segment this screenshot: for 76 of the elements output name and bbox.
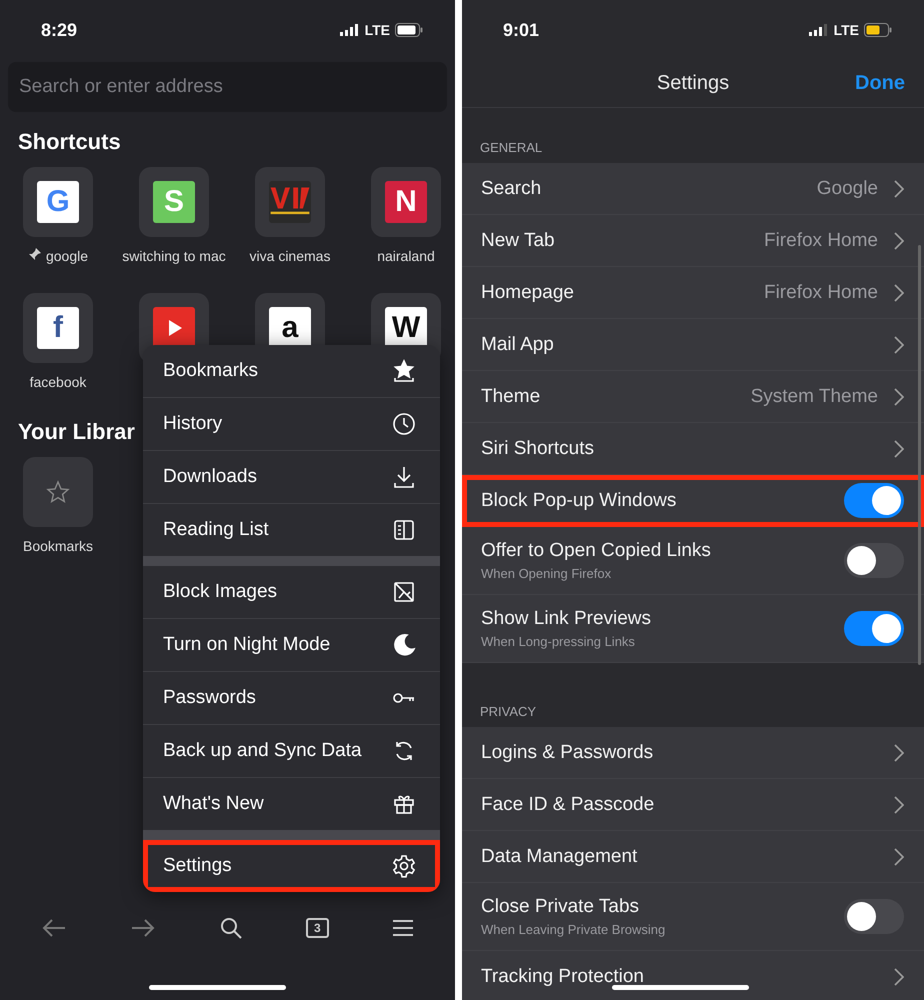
blocked-image-icon [392, 580, 416, 604]
library-label: Bookmarks [22, 537, 94, 556]
site-logo: G [37, 181, 79, 223]
menu-item[interactable]: History [143, 397, 440, 450]
settings-row[interactable]: Close Private Tabs When Leaving Private Browsing [462, 883, 924, 951]
shortcut-label: viva cinemas [250, 247, 330, 266]
settings-row[interactable]: Siri Shortcuts [462, 423, 924, 475]
menu-item[interactable]: Passwords [143, 671, 440, 724]
toggle-switch[interactable] [844, 899, 904, 934]
shortcut-label: google [46, 247, 88, 266]
chevron-icon [894, 848, 904, 866]
settings-row[interactable]: Theme System Theme [462, 371, 924, 423]
site-logo: f [37, 307, 79, 349]
status-time: 8:29 [41, 20, 78, 40]
signal-icon [808, 24, 829, 36]
settings-row[interactable]: Logins & Passwords [462, 727, 924, 779]
settings-row[interactable]: Face ID & Passcode [462, 779, 924, 831]
chevron-icon [894, 968, 904, 986]
clock-icon [392, 412, 416, 436]
settings-row[interactable]: Mail App [462, 319, 924, 371]
reading-list-icon [392, 518, 416, 542]
menu-icon[interactable] [392, 919, 414, 937]
screen-title: Settings [656, 72, 730, 95]
network-label: LTE [364, 22, 390, 38]
moon-icon [392, 633, 416, 657]
settings-row[interactable]: Homepage Firefox Home [462, 267, 924, 319]
shortcut-tile[interactable]: f [23, 293, 93, 363]
section-heading: Your Librar [18, 419, 135, 445]
settings-row[interactable]: Offer to Open Copied Links When Opening Firefox [462, 527, 924, 595]
chevron-icon [894, 284, 904, 302]
bookmark-star-icon [392, 359, 416, 383]
forward-icon[interactable] [130, 917, 156, 939]
chevron-icon [894, 744, 904, 762]
menu-item[interactable]: Turn on Night Mode [143, 618, 440, 671]
shortcut-label: switching to mac [122, 247, 226, 266]
shortcut-label: facebook [30, 373, 86, 392]
settings-row[interactable]: Block Pop-up Windows [462, 475, 924, 527]
settings-row[interactable]: New Tab Firefox Home [462, 215, 924, 267]
menu-item[interactable]: Downloads [143, 450, 440, 503]
search-field[interactable]: Search or enter address [8, 62, 447, 112]
settings-row[interactable]: Data Management [462, 831, 924, 883]
section-header: GENERAL [480, 140, 542, 155]
library-tile[interactable] [23, 457, 93, 527]
back-icon[interactable] [41, 917, 68, 939]
toggle-switch[interactable] [844, 543, 904, 578]
settings-icon [392, 854, 416, 878]
site-logo: N [385, 181, 427, 223]
chevron-icon [894, 796, 904, 814]
shortcut-tile[interactable]: G [23, 167, 93, 237]
chevron-icon [894, 440, 904, 458]
status-time: 9:01 [503, 20, 540, 40]
chevron-icon [894, 336, 904, 354]
toggle-switch[interactable] [844, 611, 904, 646]
download-icon [392, 465, 416, 489]
section-heading: Shortcuts [18, 129, 121, 155]
done-button[interactable]: Done [855, 72, 905, 95]
toggle-switch[interactable] [844, 483, 904, 518]
chevron-icon [894, 388, 904, 406]
shortcut-tile[interactable]: N [371, 167, 441, 237]
shortcut-tile[interactable] [255, 167, 325, 237]
chevron-icon [894, 232, 904, 250]
tabs-button[interactable]: 3 [306, 918, 329, 938]
star-icon [46, 480, 70, 504]
shortcut-label: nairaland [377, 247, 435, 266]
menu-item[interactable]: Settings [143, 840, 440, 892]
network-label: LTE [834, 22, 859, 38]
search-icon[interactable] [219, 916, 244, 940]
signal-icon [340, 24, 360, 36]
settings-row[interactable]: Search Google [462, 163, 924, 215]
menu-item[interactable]: Back up and Sync Data [143, 724, 440, 777]
chevron-icon [894, 180, 904, 198]
settings-row[interactable]: Show Link Previews When Long-pressing Links [462, 595, 924, 663]
section-header: PRIVACY [480, 704, 536, 719]
site-logo: S [153, 181, 195, 223]
settings-row[interactable]: Tracking Protection [462, 951, 924, 1000]
menu-item[interactable]: Block Images [143, 566, 440, 618]
